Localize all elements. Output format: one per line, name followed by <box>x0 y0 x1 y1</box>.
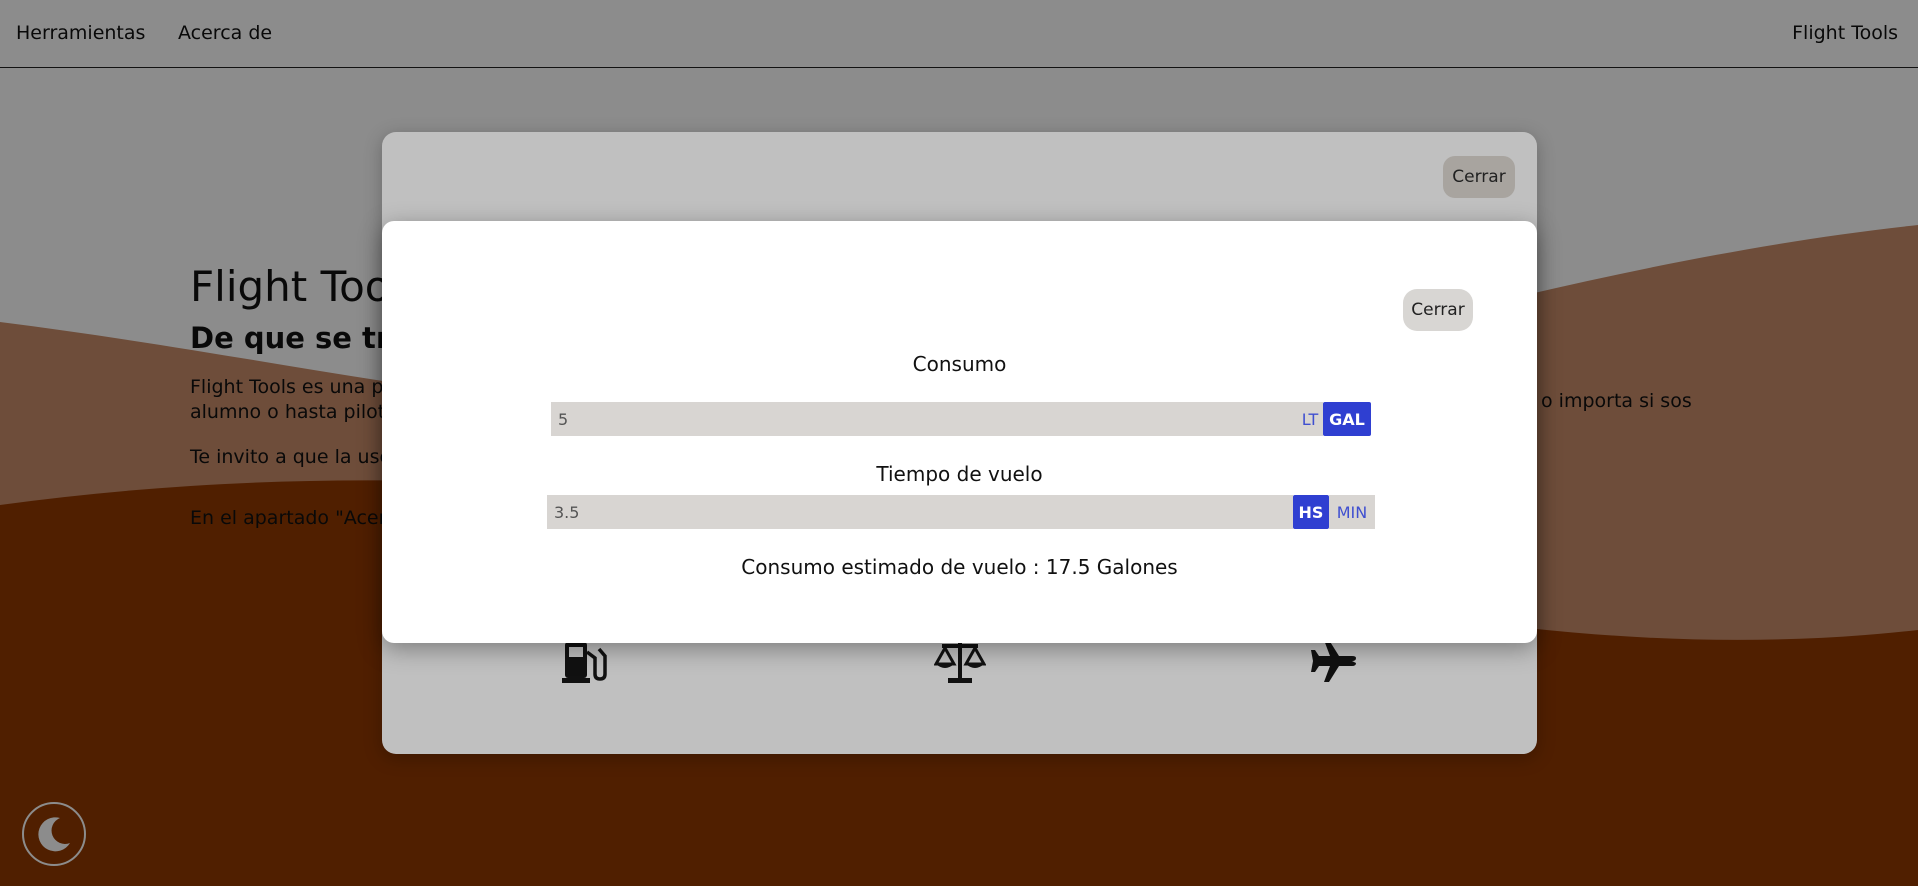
unit-hs-button[interactable]: HS <box>1293 495 1329 529</box>
unit-min-button[interactable]: MIN <box>1329 495 1375 529</box>
airplane-icon[interactable] <box>1308 636 1358 686</box>
result-text: Consumo estimado de vuelo : 17.5 Galones <box>741 555 1178 579</box>
gas-pump-icon[interactable] <box>561 636 611 686</box>
unit-gal-button[interactable]: GAL <box>1323 402 1371 436</box>
consumo-input[interactable] <box>551 402 1297 436</box>
consumo-label: Consumo <box>912 352 1007 376</box>
scale-balance-icon[interactable] <box>933 636 987 686</box>
fuel-calculator-modal: Cerrar Consumo LT GAL Tiempo de vuelo HS… <box>382 221 1537 643</box>
tiempo-input[interactable] <box>547 495 1293 529</box>
tiempo-label: Tiempo de vuelo <box>876 462 1043 486</box>
close-button[interactable]: Cerrar <box>1403 289 1473 331</box>
close-button[interactable]: Cerrar <box>1443 156 1515 198</box>
unit-lt-button[interactable]: LT <box>1297 402 1323 436</box>
